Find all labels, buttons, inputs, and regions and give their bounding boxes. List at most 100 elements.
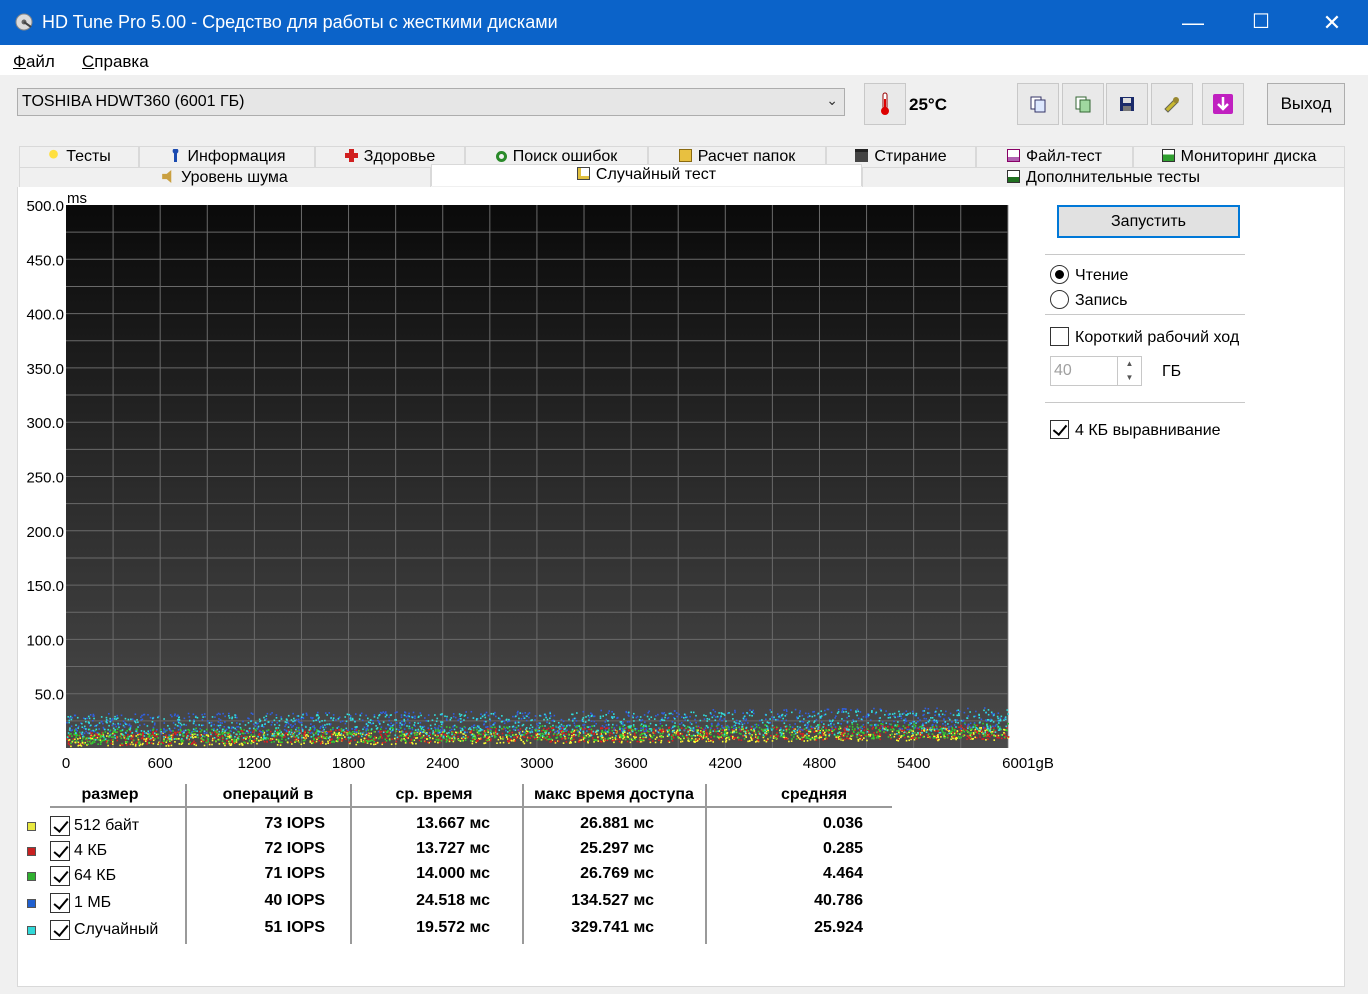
write-radio[interactable]: Запись <box>1050 290 1128 310</box>
chart-point <box>769 722 772 724</box>
chart-point <box>408 712 410 715</box>
series-checkbox[interactable] <box>50 841 70 861</box>
chart-point <box>761 721 764 724</box>
chart-point <box>817 728 819 730</box>
chart-point <box>227 732 230 734</box>
chart-point <box>432 737 434 740</box>
chart-point <box>158 742 161 744</box>
tab-random-access[interactable]: Случайный тест <box>431 164 862 186</box>
options-button[interactable] <box>1151 83 1193 125</box>
chart-point <box>841 718 843 720</box>
series-checkbox[interactable] <box>50 893 70 913</box>
chart-point <box>390 730 392 733</box>
chart-point <box>93 739 96 741</box>
tab-health-label: Здоровье <box>363 148 436 165</box>
chart-point <box>668 729 670 731</box>
maximize-button[interactable]: ☐ <box>1226 0 1296 45</box>
copy-screenshot-button[interactable] <box>1062 83 1104 125</box>
chart-point <box>626 721 629 723</box>
align-4kb-checkbox[interactable]: 4 КБ выравнивание <box>1050 420 1221 440</box>
chart-point <box>434 741 436 743</box>
chart-point <box>798 731 800 733</box>
read-radio[interactable]: Чтение <box>1050 265 1128 285</box>
chart-point <box>237 737 239 740</box>
tab-file-benchmark[interactable]: Файл-тест <box>976 146 1133 167</box>
chart-point <box>671 739 674 742</box>
chart-point <box>463 719 465 721</box>
chart-point <box>77 744 80 747</box>
chart-point <box>373 714 376 716</box>
chart-point <box>980 718 983 721</box>
chart-point <box>648 718 651 720</box>
chart-point <box>273 740 275 743</box>
chart-point <box>99 741 102 743</box>
chart-point <box>1006 729 1008 732</box>
menu-help[interactable]: Справка <box>82 52 149 72</box>
chart-point <box>807 716 809 718</box>
chart-point <box>462 729 464 731</box>
chart-point <box>411 726 414 729</box>
menu-file[interactable]: Файл <box>13 52 55 72</box>
chart-point <box>86 717 88 720</box>
chart-point <box>95 724 98 727</box>
series-checkbox[interactable] <box>50 920 70 940</box>
download-button[interactable] <box>1202 83 1244 125</box>
short-stroke-size-input[interactable]: 40 ▲ ▼ <box>1050 356 1142 386</box>
spin-down-icon[interactable]: ▼ <box>1118 371 1141 385</box>
chart-point <box>331 738 333 741</box>
chart-point <box>128 743 131 746</box>
chart-point <box>718 712 720 714</box>
chart-point <box>483 720 486 723</box>
chart-point <box>438 741 441 744</box>
chart-point <box>890 728 892 731</box>
chart-point <box>912 712 914 715</box>
chart-point <box>121 742 123 745</box>
chart-point <box>940 736 942 738</box>
chart-point <box>742 717 745 720</box>
chart-point <box>202 724 205 727</box>
chart-point <box>127 738 130 740</box>
chart-point <box>515 726 518 729</box>
chart-point <box>531 731 534 733</box>
series-checkbox[interactable] <box>50 816 70 836</box>
copy-screenshot-icon <box>1075 96 1091 113</box>
chart-point <box>207 739 209 741</box>
copy-info-button[interactable] <box>1017 83 1059 125</box>
chart-point <box>213 738 215 741</box>
spin-buttons[interactable]: ▲ ▼ <box>1117 357 1141 385</box>
spin-up-icon[interactable]: ▲ <box>1118 357 1141 371</box>
tab-info[interactable]: Информация <box>139 146 315 167</box>
chart-point <box>556 733 559 736</box>
chart-point <box>406 725 408 727</box>
chart-point <box>543 727 545 730</box>
close-button[interactable]: ✕ <box>1297 0 1367 45</box>
chart-point <box>120 737 123 740</box>
chart-point <box>997 734 1000 737</box>
chart-point <box>279 741 282 744</box>
temperature-button[interactable] <box>864 83 906 125</box>
chart-point <box>553 714 556 717</box>
chart-point <box>517 721 520 724</box>
minimize-button[interactable]: — <box>1158 0 1228 45</box>
chart-point <box>148 742 150 744</box>
chart-point <box>545 739 548 741</box>
chart-point <box>710 722 713 725</box>
tab-disk-monitor[interactable]: Мониторинг диска <box>1133 146 1345 167</box>
chart-point <box>578 733 581 736</box>
chart-point <box>847 733 850 735</box>
chart-point <box>297 737 300 739</box>
tab-extra-tests[interactable]: Дополнительные тесты <box>862 167 1345 188</box>
start-button[interactable]: Запустить <box>1057 205 1240 238</box>
chart-point <box>799 720 801 723</box>
chart-point <box>625 711 628 714</box>
exit-button[interactable]: Выход <box>1267 83 1345 125</box>
short-stroke-checkbox[interactable]: Короткий рабочий ход <box>1050 327 1239 347</box>
save-button[interactable] <box>1106 83 1148 125</box>
chart-point <box>473 726 475 729</box>
drive-select[interactable]: TOSHIBA HDWT360 (6001 ГБ) ⌄ <box>17 88 845 116</box>
chart-point <box>769 709 772 711</box>
chart-point <box>434 734 437 737</box>
series-checkbox[interactable] <box>50 866 70 886</box>
tab-tests[interactable]: Тесты <box>19 146 139 167</box>
tab-noise-level[interactable]: Уровень шума <box>19 167 431 188</box>
